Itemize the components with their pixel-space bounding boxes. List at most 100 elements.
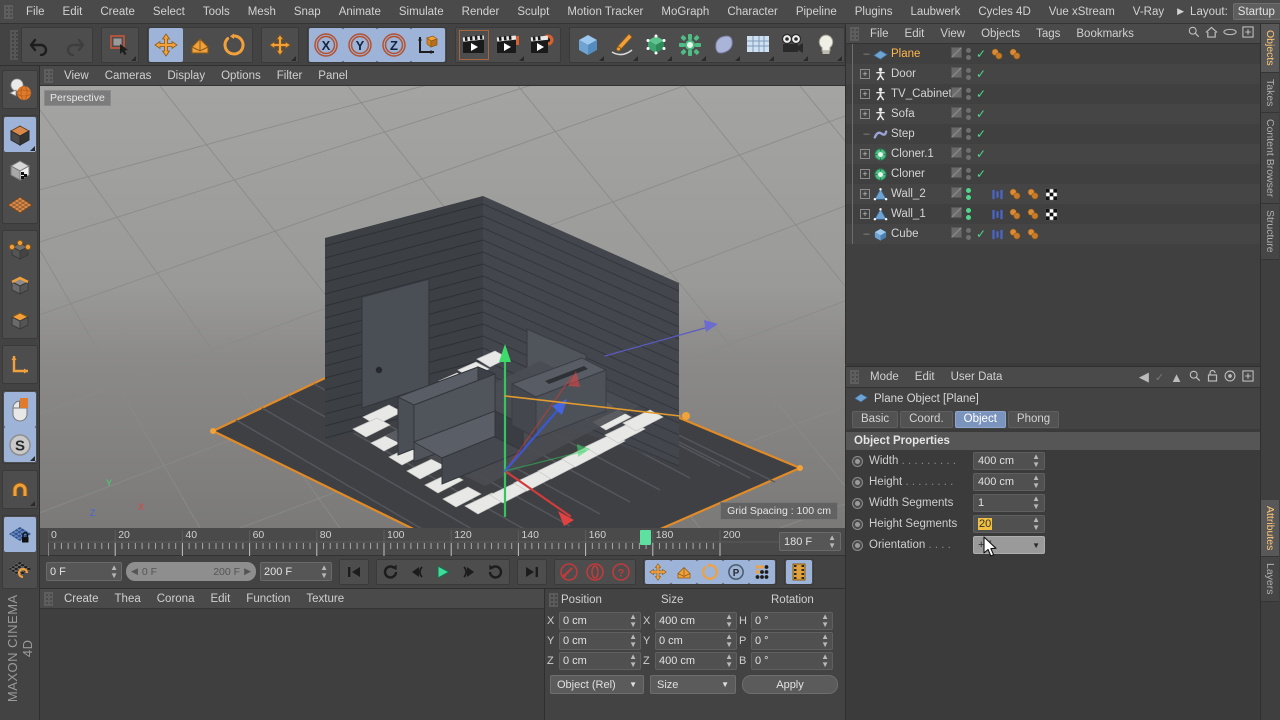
workplane-mode-button[interactable] (4, 187, 36, 222)
expand-toggle-icon[interactable]: + (860, 189, 870, 199)
keyframe-selection-button[interactable]: ? (608, 560, 634, 584)
viewport-menu-display[interactable]: Display (159, 66, 213, 86)
object-name[interactable]: Door (891, 68, 916, 80)
menu-simulate[interactable]: Simulate (390, 0, 453, 24)
edge-mode-button[interactable] (4, 267, 36, 302)
make-editable-button[interactable] (4, 72, 36, 107)
search-icon[interactable] (1188, 26, 1200, 41)
enabled-check-icon[interactable]: ✓ (976, 67, 986, 81)
polygon-mode-button[interactable] (4, 302, 36, 337)
menu-v-ray[interactable]: V-Ray (1124, 0, 1173, 24)
texture-tag-icon[interactable] (1009, 228, 1022, 241)
spinner-icon[interactable]: ▲ ▼ (110, 563, 118, 580)
expand-toggle-icon[interactable]: + (860, 69, 870, 79)
menu-sculpt[interactable]: Sculpt (508, 0, 558, 24)
record-active-objects-button[interactable] (556, 560, 582, 584)
lock-y-button[interactable]: Y (343, 27, 377, 62)
menu-motion-tracker[interactable]: Motion Tracker (558, 0, 652, 24)
timeline-ruler[interactable]: 0 20 40 60 80 100 120 140 160 180 200 180 F ▲ ▼ (40, 528, 845, 556)
position-y-field[interactable]: 0 cm ▲ ▼ (559, 632, 641, 650)
redo-button[interactable] (57, 28, 91, 62)
viewport-grip[interactable] (44, 68, 53, 83)
size-x-field[interactable]: 400 cm ▲ ▼ (655, 612, 737, 630)
timeline-range-slider[interactable]: ◀ 0 F 200 F ▶ (126, 562, 256, 581)
checker-tag-icon[interactable] (1045, 188, 1058, 201)
world-object-coord-button[interactable] (411, 27, 445, 62)
play-button[interactable] (430, 560, 456, 584)
new-layer-icon[interactable] (1242, 26, 1254, 41)
add-light-button[interactable] (809, 28, 843, 62)
scale-tool-button[interactable] (183, 28, 217, 62)
target-icon[interactable] (1224, 370, 1236, 385)
back-arrow-icon[interactable]: ◀ (1139, 369, 1149, 385)
object-name[interactable]: Sofa (891, 108, 915, 120)
key-position-button[interactable] (645, 559, 671, 584)
timeline-playhead[interactable] (640, 530, 652, 545)
play-forward-loop-button[interactable] (482, 560, 508, 584)
attribute-tab-object[interactable]: Object (954, 410, 1006, 428)
rotation-b-field[interactable]: 0 ° ▲ ▼ (751, 652, 833, 670)
previous-frame-button[interactable] (404, 560, 430, 584)
add-generator-button[interactable] (639, 28, 673, 62)
menu-vue-xstream[interactable]: Vue xStream (1040, 0, 1124, 24)
menu-snap[interactable]: Snap (285, 0, 330, 24)
object-menu-view[interactable]: View (932, 24, 973, 44)
object-row-cloner-1[interactable]: + Cloner.1 ✓ (846, 144, 1260, 164)
visibility-dots-icon[interactable] (966, 168, 971, 180)
object-row-tv-cabinet[interactable]: + TV_Cabinet ✓ (846, 84, 1260, 104)
object-manager-grip[interactable] (850, 26, 859, 41)
apply-button[interactable]: Apply (742, 675, 838, 694)
size-mode-dropdown[interactable]: Size ▼ (650, 675, 736, 694)
right-tab-structure[interactable]: Structure (1261, 204, 1279, 260)
render-toggle-icon[interactable] (951, 87, 962, 101)
history-check-icon[interactable]: ✓ (1155, 371, 1164, 384)
go-to-end-button[interactable] (519, 560, 545, 584)
coordinate-mode-dropdown[interactable]: Object (Rel) ▼ (550, 675, 644, 694)
autokeying-button[interactable] (582, 560, 608, 584)
render-toggle-icon[interactable] (951, 127, 962, 141)
forward-arrow-icon[interactable]: ▲ (1170, 370, 1183, 385)
point-mode-button[interactable] (4, 232, 36, 267)
expand-toggle-icon[interactable]: + (860, 109, 870, 119)
spinner-icon[interactable]: ▲ ▼ (629, 653, 637, 669)
spinner-icon[interactable]: ▲ ▼ (629, 633, 637, 649)
live-selection-button[interactable] (103, 28, 137, 62)
object-tree[interactable]: – Plane ✓ + Door ✓ + TV_Cabinet ✓ + Sofa ✓ – Step ✓ + Cl… (846, 44, 1260, 363)
material-manager-body[interactable] (40, 609, 544, 720)
render-toggle-icon[interactable] (951, 47, 962, 61)
spinner-icon[interactable]: ▲ ▼ (1032, 474, 1040, 490)
enabled-check-icon[interactable]: ✓ (976, 147, 986, 161)
expand-toggle-icon[interactable]: + (860, 89, 870, 99)
link-icon[interactable] (1223, 27, 1237, 40)
parameter-dot-icon[interactable] (852, 497, 863, 509)
rotate-tool-button[interactable] (217, 28, 251, 62)
spinner-icon[interactable]: ▲ ▼ (725, 653, 733, 669)
menu-laubwerk[interactable]: Laubwerk (901, 0, 969, 24)
right-tab-objects[interactable]: Objects (1261, 24, 1279, 73)
object-name[interactable]: TV_Cabinet (891, 88, 952, 100)
enabled-check-icon[interactable]: ✓ (976, 47, 986, 61)
menu-create[interactable]: Create (91, 0, 144, 24)
position-x-field[interactable]: 0 cm ▲ ▼ (559, 612, 641, 630)
enabled-check-icon[interactable]: ✓ (976, 227, 986, 241)
render-toggle-icon[interactable] (951, 167, 962, 181)
soft-selection-button[interactable]: S (3, 427, 36, 462)
render-toggle-icon[interactable] (951, 227, 962, 241)
material-menu-create[interactable]: Create (56, 589, 107, 609)
enabled-check-icon[interactable]: ✓ (976, 107, 986, 121)
material-menu-texture[interactable]: Texture (298, 589, 352, 609)
range-left-arrow-icon[interactable]: ◀ (131, 566, 138, 577)
menu-overflow-arrow[interactable]: ▶ (1173, 6, 1188, 17)
planar-workplane-button[interactable] (4, 552, 36, 587)
texture-tag-icon[interactable] (1027, 208, 1040, 221)
spinner-icon[interactable]: ▲ ▼ (1032, 516, 1040, 532)
key-rotation-button[interactable] (697, 559, 723, 584)
viewport-menu-panel[interactable]: Panel (310, 66, 355, 86)
menu-mograph[interactable]: MoGraph (652, 0, 718, 24)
expand-toggle-icon[interactable]: + (860, 169, 870, 179)
parameter-dot-icon[interactable] (852, 518, 863, 530)
render-toggle-icon[interactable] (951, 187, 962, 201)
current-frame-field[interactable]: 180 F ▲ ▼ (779, 532, 841, 551)
size-y-field[interactable]: 0 cm ▲ ▼ (655, 632, 737, 650)
right-tab-attributes[interactable]: Attributes (1261, 499, 1279, 558)
